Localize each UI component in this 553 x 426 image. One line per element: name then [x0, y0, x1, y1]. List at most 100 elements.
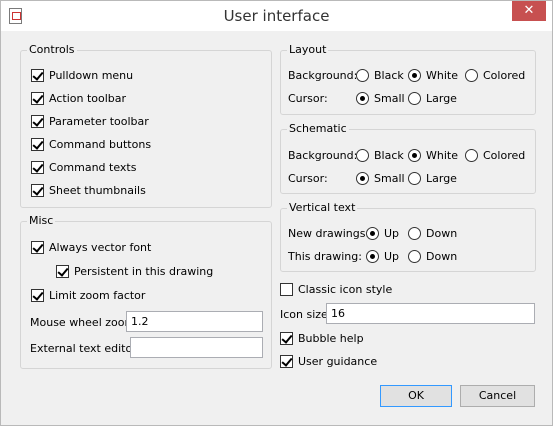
radio-label: Up [384, 226, 400, 240]
checkbox-label: Pulldown menu [49, 68, 134, 82]
checkbox-box[interactable] [31, 160, 44, 174]
checkbox-label: Command buttons [49, 137, 152, 151]
radio-label: Large [426, 91, 457, 105]
schematic-background-label: Background: [288, 149, 358, 162]
checkbox-label: Always vector font [49, 240, 152, 254]
radio-circle[interactable] [465, 68, 478, 82]
icon-size-input[interactable]: 16 [326, 303, 535, 324]
checkbox-box[interactable] [31, 183, 44, 197]
checkbox-label: Parameter toolbar [49, 114, 149, 128]
radio-circle[interactable] [356, 171, 369, 185]
cancel-button[interactable]: Cancel [460, 385, 535, 407]
mouse-wheel-zoom-input[interactable]: 1.2 [126, 311, 263, 332]
radio-circle[interactable] [408, 68, 421, 82]
persistent-checkbox[interactable]: Persistent in this drawing [56, 262, 213, 280]
layout-bg-white-radio[interactable]: White [408, 66, 458, 84]
radio-label: Colored [483, 68, 526, 82]
checkbox-label: Sheet thumbnails [49, 183, 146, 197]
window-title: User interface [223, 7, 330, 25]
this-drawing-up-radio[interactable]: Up [366, 247, 399, 265]
schematic-cursor-small-radio[interactable]: Small [356, 169, 405, 187]
layout-legend: Layout [287, 43, 329, 56]
command-buttons-checkbox[interactable]: Command buttons [31, 135, 151, 153]
parameter-toolbar-checkbox[interactable]: Parameter toolbar [31, 112, 149, 130]
radio-circle[interactable] [366, 226, 379, 240]
schematic-bg-white-radio[interactable]: White [408, 146, 458, 164]
layout-group: Layout Background: Black White Colored C… [280, 43, 536, 115]
radio-circle[interactable] [408, 249, 421, 263]
radio-label: Black [374, 148, 404, 162]
schematic-bg-black-radio[interactable]: Black [356, 146, 404, 164]
checkbox-box[interactable] [56, 264, 69, 278]
layout-background-label: Background: [288, 69, 358, 82]
action-toolbar-checkbox[interactable]: Action toolbar [31, 89, 126, 107]
checkbox-label: Limit zoom factor [49, 288, 146, 302]
this-drawing-label: This drawing: [288, 250, 362, 263]
always-vector-font-checkbox[interactable]: Always vector font [31, 238, 151, 256]
checkbox-label: Persistent in this drawing [74, 264, 214, 278]
new-drawings-up-radio[interactable]: Up [366, 224, 399, 242]
radio-circle[interactable] [366, 249, 379, 263]
classic-icon-style-checkbox[interactable]: Classic icon style [280, 280, 392, 298]
radio-circle[interactable] [408, 148, 421, 162]
radio-label: Black [374, 68, 404, 82]
ok-button[interactable]: OK [380, 385, 452, 407]
sheet-thumbnails-checkbox[interactable]: Sheet thumbnails [31, 181, 146, 199]
controls-legend: Controls [27, 43, 77, 56]
schematic-bg-colored-radio[interactable]: Colored [465, 146, 525, 164]
new-drawings-label: New drawings: [288, 227, 370, 240]
schematic-legend: Schematic [287, 122, 349, 135]
close-button[interactable]: ✕ [512, 1, 546, 21]
checkbox-box[interactable] [31, 240, 44, 254]
bubble-help-checkbox[interactable]: Bubble help [280, 329, 364, 347]
radio-label: Small [374, 171, 405, 185]
checkbox-box[interactable] [31, 68, 44, 82]
controls-group: Controls Pulldown menu Action toolbar Pa… [20, 43, 272, 208]
radio-circle[interactable] [356, 148, 369, 162]
new-drawings-down-radio[interactable]: Down [408, 224, 457, 242]
radio-label: White [426, 148, 458, 162]
radio-label: Colored [483, 148, 526, 162]
checkbox-box[interactable] [280, 282, 293, 296]
vertical-text-group: Vertical text New drawings: Up Down This… [280, 201, 536, 272]
radio-circle[interactable] [465, 148, 478, 162]
checkbox-box[interactable] [280, 331, 293, 345]
radio-label: White [426, 68, 458, 82]
radio-circle[interactable] [408, 171, 421, 185]
checkbox-label: Bubble help [298, 331, 364, 345]
vertical-text-legend: Vertical text [287, 201, 358, 214]
schematic-cursor-label: Cursor: [288, 172, 328, 185]
radio-circle[interactable] [356, 68, 369, 82]
user-guidance-checkbox[interactable]: User guidance [280, 352, 377, 370]
checkbox-box[interactable] [31, 91, 44, 105]
layout-cursor-large-radio[interactable]: Large [408, 89, 457, 107]
title-bar: User interface ✕ [1, 1, 552, 31]
checkbox-box[interactable] [31, 114, 44, 128]
radio-label: Small [374, 91, 405, 105]
checkbox-label: Command texts [49, 160, 137, 174]
checkbox-box[interactable] [280, 354, 293, 368]
this-drawing-down-radio[interactable]: Down [408, 247, 457, 265]
radio-label: Large [426, 171, 457, 185]
radio-circle[interactable] [356, 91, 369, 105]
layout-cursor-label: Cursor: [288, 92, 328, 105]
checkbox-label: Classic icon style [298, 282, 393, 296]
pulldown-menu-checkbox[interactable]: Pulldown menu [31, 66, 133, 84]
checkbox-box[interactable] [31, 137, 44, 151]
limit-zoom-checkbox[interactable]: Limit zoom factor [31, 286, 145, 304]
icon-size-label: Icon size [280, 308, 328, 321]
radio-label: Down [426, 249, 458, 263]
external-text-editor-input[interactable] [130, 337, 263, 358]
mouse-wheel-zoom-label: Mouse wheel zoom [30, 316, 136, 329]
radio-circle[interactable] [408, 226, 421, 240]
user-interface-dialog: User interface ✕ Controls Pulldown menu … [0, 0, 553, 426]
checkbox-box[interactable] [31, 288, 44, 302]
layout-cursor-small-radio[interactable]: Small [356, 89, 405, 107]
layout-bg-colored-radio[interactable]: Colored [465, 66, 525, 84]
radio-circle[interactable] [408, 91, 421, 105]
misc-group: Misc Always vector font Persistent in th… [20, 214, 272, 369]
layout-bg-black-radio[interactable]: Black [356, 66, 404, 84]
schematic-cursor-large-radio[interactable]: Large [408, 169, 457, 187]
checkbox-label: User guidance [298, 354, 378, 368]
command-texts-checkbox[interactable]: Command texts [31, 158, 136, 176]
